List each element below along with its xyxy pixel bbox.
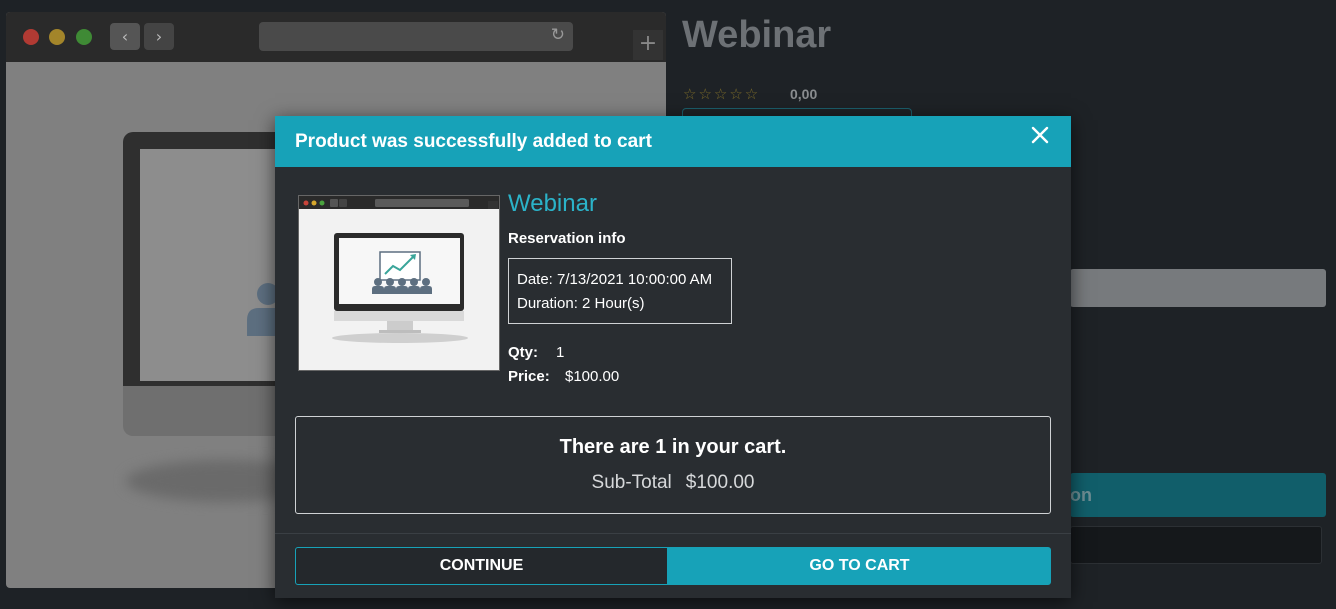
webinar-product-image — [299, 196, 499, 343]
reservation-date: Date: 7/13/2021 10:00:00 AM — [517, 271, 713, 288]
reload-icon: ↻ — [550, 25, 565, 45]
subtotal-row: Sub-Total $100.00 — [296, 472, 1050, 494]
modal-title: Product was successfully added to cart — [295, 131, 652, 152]
price-row: Price: $100.00 — [508, 368, 619, 385]
product-thumbnail — [298, 195, 500, 371]
footer-divider — [275, 533, 1071, 534]
reservation-duration: Duration: 2 Hour(s) — [517, 295, 645, 312]
price-label: Price: — [508, 368, 550, 385]
close-icon[interactable] — [1029, 124, 1051, 146]
back-arrow-icon: ‹ — [110, 23, 140, 50]
reservation-info-box: Date: 7/13/2021 10:00:00 AM Duration: 2 … — [508, 258, 732, 324]
rating-stars-icon: ☆☆☆☆☆ — [683, 85, 761, 103]
subtotal-label: Sub-Total — [591, 472, 672, 493]
modal-header: Product was successfully added to cart — [275, 116, 1071, 167]
qty-label: Qty: — [508, 344, 538, 361]
minimize-dot-icon — [49, 29, 65, 45]
product-name-link[interactable]: Webinar — [508, 190, 597, 218]
background-input-field — [1070, 269, 1326, 307]
added-to-cart-modal: Product was successfully added to cart W… — [275, 116, 1071, 598]
maximize-dot-icon — [76, 29, 92, 45]
reservation-info-label: Reservation info — [508, 230, 626, 247]
background-secondary-button — [1070, 526, 1322, 564]
mock-browser-chrome: ‹ › ↻ + — [6, 12, 666, 62]
forward-arrow-icon: › — [144, 23, 174, 50]
price-value: $100.00 — [565, 368, 620, 385]
background-product-title: Webinar — [682, 14, 832, 56]
background-add-button: on — [1070, 473, 1326, 517]
continue-shopping-button[interactable]: CONTINUE — [295, 547, 668, 585]
cart-count-text: There are 1 in your cart. — [559, 436, 787, 458]
new-tab-icon: + — [633, 30, 663, 60]
subtotal-value: $100.00 — [685, 472, 755, 493]
qty-value: 1 — [556, 344, 565, 361]
close-dot-icon — [23, 29, 39, 45]
go-to-cart-button[interactable]: GO TO CART — [668, 547, 1051, 585]
mock-url-bar: ↻ — [259, 22, 573, 51]
quantity-row: Qty: 1 — [508, 344, 564, 361]
cart-summary-box: There are 1 in your cart. Sub-Total $100.… — [295, 416, 1051, 514]
rating-value: 0,00 — [790, 86, 818, 102]
